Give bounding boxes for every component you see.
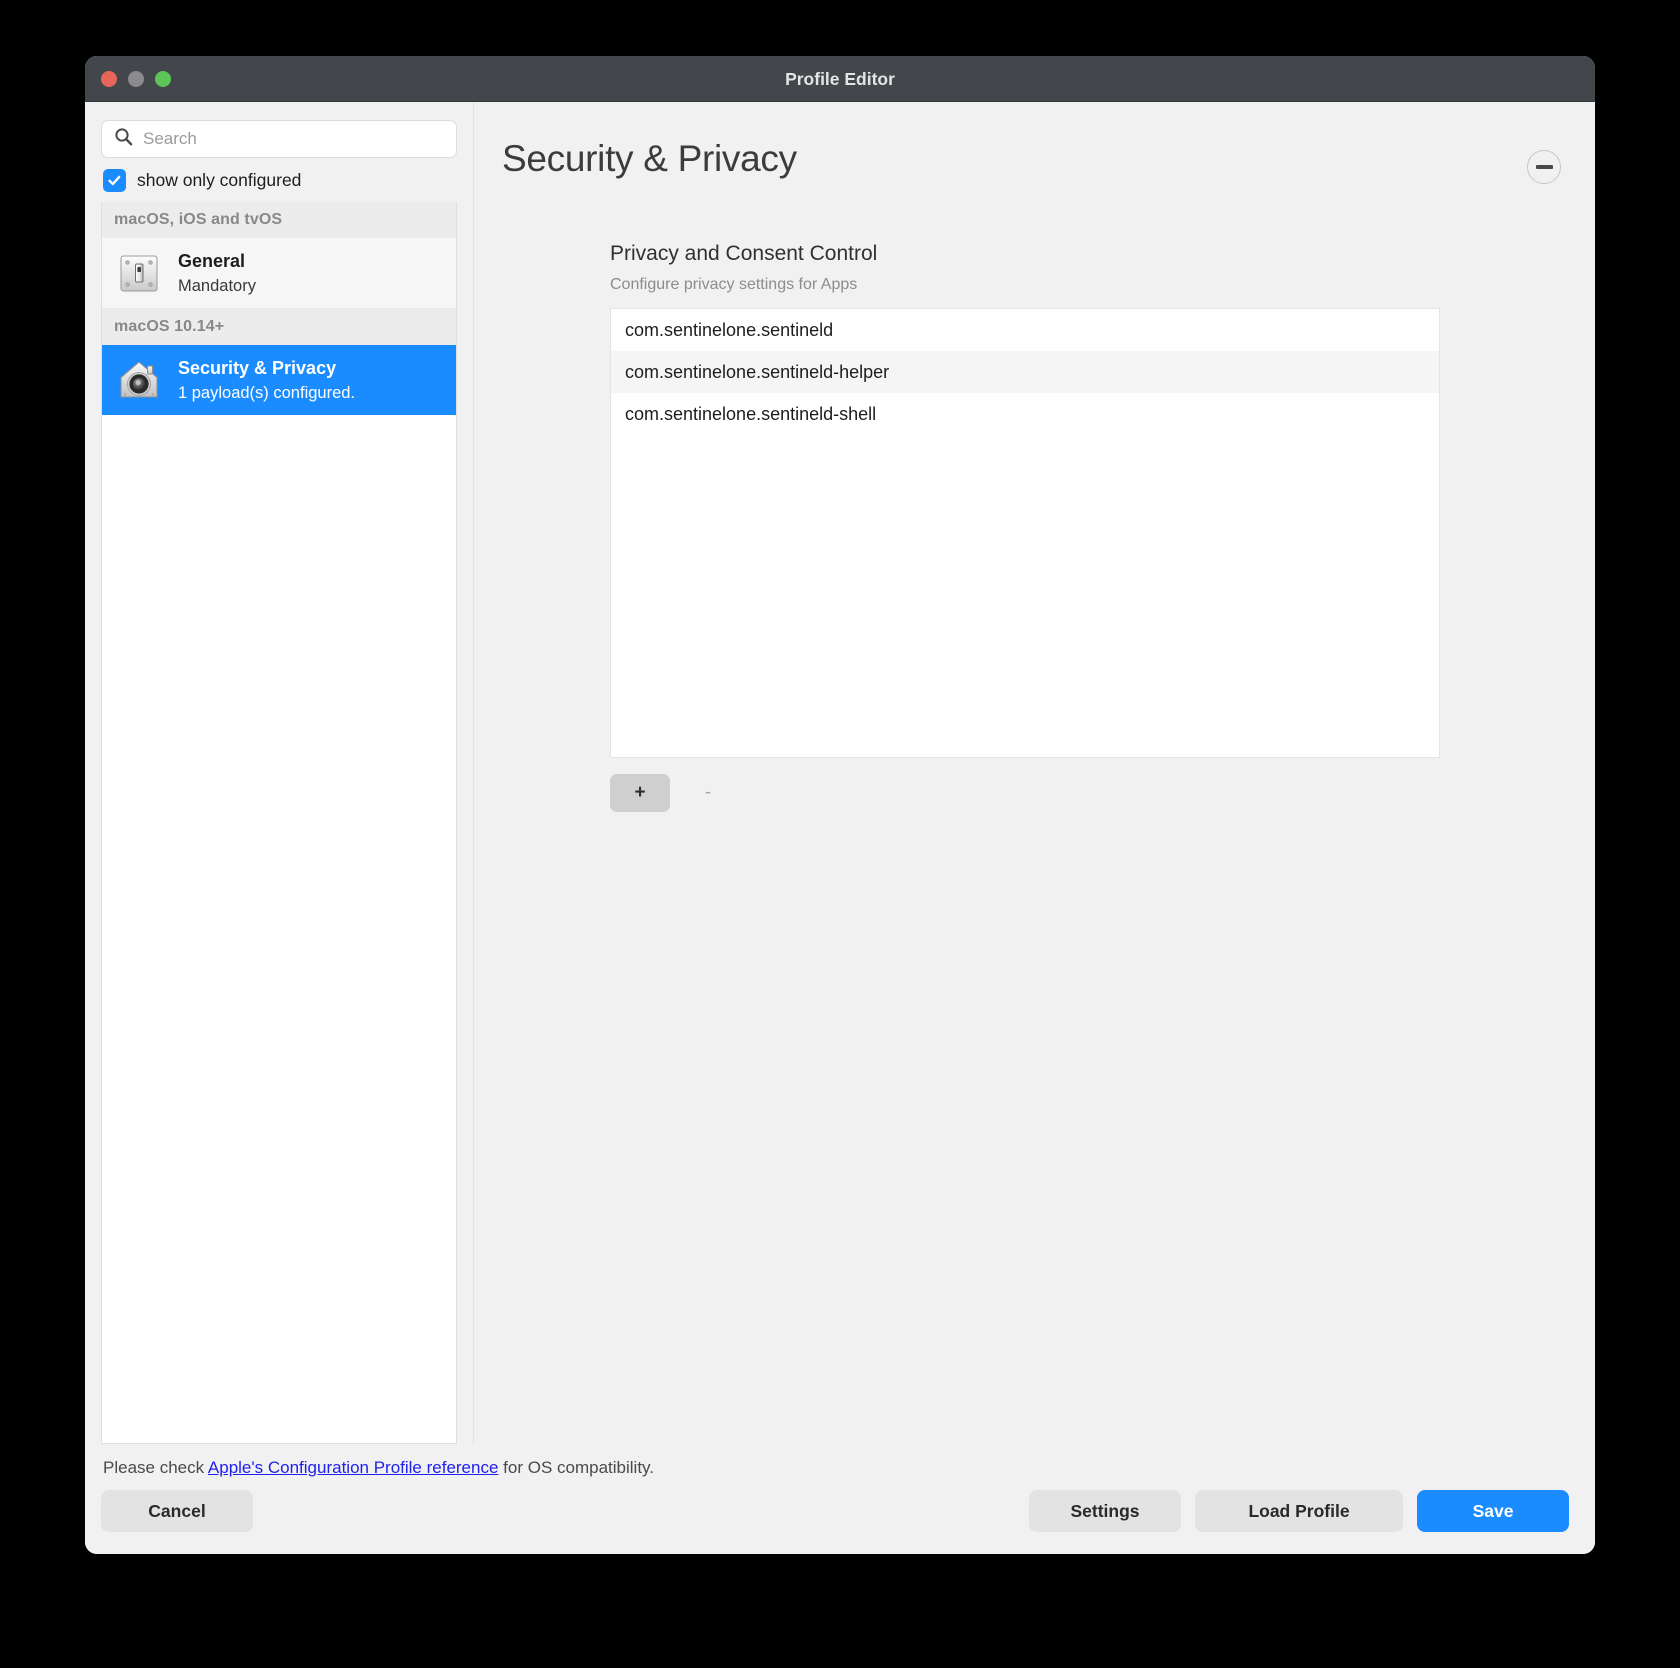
page-title: Security & Privacy [502, 138, 797, 179]
minus-glyph [1535, 165, 1553, 169]
window-body: show only configured macOS, iOS and tvOS [85, 102, 1595, 1444]
sidebar-item-general-subtitle: Mandatory [178, 276, 256, 295]
compatibility-note-suffix: for OS compatibility. [498, 1458, 655, 1477]
window-titlebar: Profile Editor [85, 56, 1595, 102]
remove-app-button[interactable]: - [678, 774, 738, 812]
app-bundle-list[interactable]: com.sentinelone.sentineld com.sentinelon… [610, 308, 1440, 758]
window-footer: Please check Apple's Configuration Profi… [85, 1444, 1595, 1554]
cancel-button[interactable]: Cancel [101, 1490, 253, 1532]
sidebar-item-general-text: General Mandatory [178, 251, 256, 296]
list-edit-buttons: + - [610, 774, 1440, 812]
light-switch-icon [116, 250, 162, 296]
search-icon [114, 127, 133, 151]
list-item[interactable]: com.sentinelone.sentineld [611, 309, 1439, 351]
save-button[interactable]: Save [1417, 1490, 1569, 1532]
minus-circle-icon[interactable] [1527, 150, 1561, 184]
add-app-button[interactable]: + [610, 774, 670, 812]
settings-button[interactable]: Settings [1029, 1490, 1181, 1532]
main-content: Security & Privacy Privacy and Consent C… [473, 102, 1595, 1444]
house-lock-icon [116, 357, 162, 403]
nav-group-header-macos-1014: macOS 10.14+ [102, 309, 456, 345]
sidebar-item-security-privacy-subtitle: 1 payload(s) configured. [178, 383, 356, 402]
compatibility-note-prefix: Please check [103, 1458, 208, 1477]
footer-button-bar: Cancel Settings Load Profile Save [101, 1490, 1569, 1554]
privacy-consent-section: Privacy and Consent Control Configure pr… [610, 242, 1440, 812]
show-only-configured-checkbox[interactable] [103, 168, 126, 192]
sidebar-item-general[interactable]: General Mandatory [102, 238, 456, 309]
list-item[interactable]: com.sentinelone.sentineld-shell [611, 393, 1439, 435]
show-only-configured-label: show only configured [137, 169, 302, 190]
sidebar: show only configured macOS, iOS and tvOS [85, 102, 473, 1444]
footer-right-buttons: Settings Load Profile Save [1029, 1490, 1569, 1532]
search-input[interactable] [143, 121, 456, 157]
sidebar-item-security-privacy-title: Security & Privacy [178, 357, 337, 378]
sidebar-item-security-privacy-text: Security & Privacy 1 payload(s) configur… [178, 358, 355, 403]
section-title: Privacy and Consent Control [610, 242, 878, 265]
search-field[interactable] [101, 120, 457, 158]
payload-nav-list[interactable]: macOS, iOS and tvOS General Mandatory ma… [101, 202, 457, 1444]
profile-editor-window: Profile Editor show onl [85, 56, 1595, 1554]
apple-configuration-profile-reference-link[interactable]: Apple's Configuration Profile reference [208, 1458, 499, 1477]
nav-group-header-macos-ios-tvos: macOS, iOS and tvOS [102, 202, 456, 238]
window-title: Profile Editor [785, 69, 895, 89]
list-item[interactable]: com.sentinelone.sentineld-helper [611, 351, 1439, 393]
show-only-configured-row[interactable]: show only configured [101, 158, 457, 202]
compatibility-note: Please check Apple's Configuration Profi… [101, 1444, 1569, 1490]
section-subtitle: Configure privacy settings for Apps [610, 276, 858, 293]
sidebar-item-general-title: General [178, 250, 246, 271]
load-profile-button[interactable]: Load Profile [1195, 1490, 1403, 1532]
sidebar-item-security-privacy[interactable]: Security & Privacy 1 payload(s) configur… [102, 345, 456, 415]
